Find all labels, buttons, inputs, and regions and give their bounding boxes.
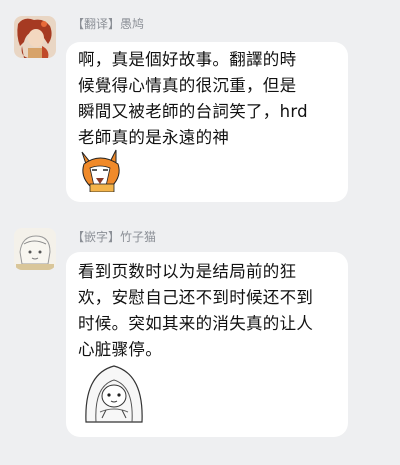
message-line: 欢，安慰自己还不到时候还不到 <box>78 288 314 307</box>
hooded-figure-sticker[interactable] <box>76 360 152 424</box>
sender-role-tag: 【翻译】 <box>72 17 121 31</box>
sender-label: 【翻译】愚鸠 <box>72 15 144 32</box>
message-bubble[interactable]: 看到页数时以为是结局前的狂 欢，安慰自己还不到时候还不到 时候。突如其来的消失真… <box>66 252 348 437</box>
sender-name: 竹子猫 <box>120 230 157 244</box>
message-line: 看到页数时以为是结局前的狂 <box>78 262 297 281</box>
hooded-figure-sticker-icon <box>76 360 152 424</box>
sender-name: 愚鸠 <box>120 17 145 31</box>
sender-avatar[interactable] <box>14 228 56 270</box>
sender-avatar[interactable] <box>14 16 56 58</box>
message-line: 候覺得心情真的很沉重，但是 <box>78 76 297 95</box>
message-text: 看到页数时以为是结局前的狂 欢，安慰自己还不到时候还不到 时候。突如其来的消失真… <box>78 259 338 363</box>
anime-character-avatar-icon <box>14 16 56 58</box>
sketch-character-avatar-icon <box>14 228 56 270</box>
message-line: 啊，真是個好故事。翻譯的時 <box>78 50 297 69</box>
sender-role-tag: 【嵌字】 <box>72 230 121 244</box>
message-line: 时候。突如其来的消失真的让人 <box>78 314 314 333</box>
fox-sticker[interactable] <box>76 146 126 193</box>
message-line: 瞬間又被老師的台詞笑了，hrd <box>78 102 308 121</box>
sender-label: 【嵌字】竹子猫 <box>72 228 156 245</box>
message-text: 啊，真是個好故事。翻譯的時 候覺得心情真的很沉重，但是 瞬間又被老師的台詞笑了，… <box>78 47 338 151</box>
message-bubble[interactable]: 啊，真是個好故事。翻譯的時 候覺得心情真的很沉重，但是 瞬間又被老師的台詞笑了，… <box>66 42 348 202</box>
fox-sticker-icon <box>76 146 126 193</box>
